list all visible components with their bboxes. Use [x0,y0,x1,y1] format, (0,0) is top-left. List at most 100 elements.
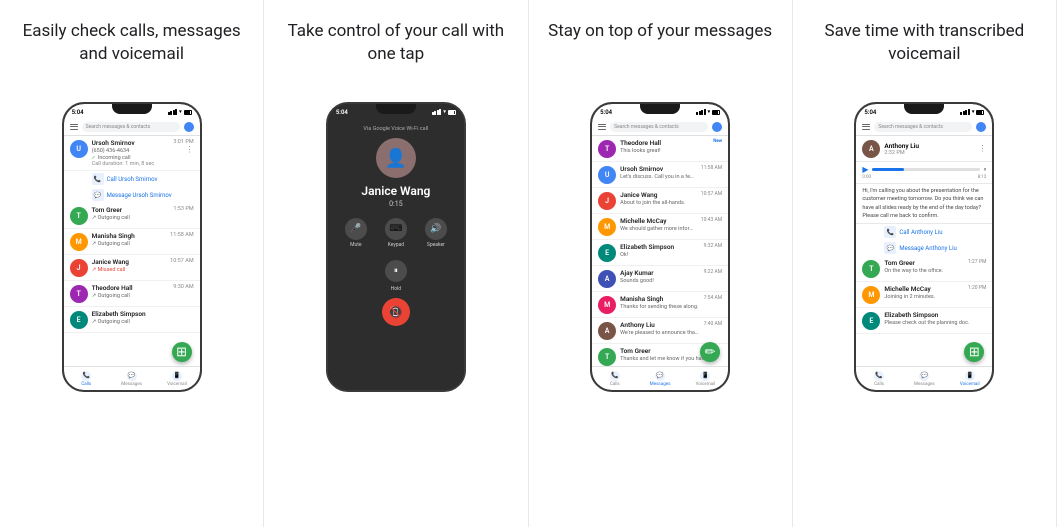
msg-time: 10:57 AM [701,191,722,197]
user-avatar[interactable] [712,122,722,132]
fab-compose-button[interactable]: ✏ [700,342,720,362]
audio-start: 0:00 [862,175,871,180]
speaker-button[interactable]: 🔊 Speaker [425,218,447,248]
msg-preview: Joining in 2 minutes. [884,294,964,300]
wifi-icon: ▾ [972,109,975,115]
voicemail-nav-icon: 📱 [172,371,182,381]
app-header: Search messages & contacts [856,118,992,136]
call-info: Janice Wang ↗ Missed call [92,258,167,273]
voicemail-header: A Anthony Liu 2:32 PM ⋮ [856,136,992,162]
user-avatar[interactable] [184,122,194,132]
status-icons: ▾ [696,109,720,115]
list-item[interactable]: M Manisha Singh Thanks for sending these… [592,292,728,318]
hold-section: ⏸ Hold [328,256,464,292]
nav-voicemail[interactable]: 📱 Voicemail [947,371,992,387]
new-badge: New [713,139,722,144]
wifi-icon: ▾ [708,109,711,115]
fab-button[interactable]: ⊞ [172,342,192,362]
more-icon[interactable]: ⋮ [978,145,986,153]
action-message[interactable]: 💬 Message Ursoh Smirnov [64,187,200,203]
keypad-button[interactable]: ⌨ Keypad [385,218,407,248]
list-item[interactable]: T Theodore Hall This looks great! New [592,136,728,162]
messages-nav-icon: 💬 [655,371,665,381]
nav-calls-label: Calls [610,382,620,387]
msg-preview: Sounds good! [620,278,699,284]
panel2-title: Take control of your call with one tap [274,20,517,88]
msg-preview: We're pleased to announce that we will..… [620,330,699,336]
nav-messages[interactable]: 💬 Messages [902,371,947,387]
phone-messages: 5:04 ▾ Search messages & contacts [590,102,730,392]
nav-voicemail[interactable]: 📱 Voicemail [154,371,199,387]
list-item[interactable]: M Michelle McCay Joining in 2 minutes. 1… [856,282,992,308]
nav-voicemail[interactable]: 📱 Voicemail [683,371,728,387]
menu-icon[interactable] [598,124,606,130]
user-avatar[interactable] [976,122,986,132]
list-item[interactable]: E Elizabeth Simpson Please check out the… [856,308,992,334]
voicemail-screen: 5:04 ▾ Search messages & contacts [856,104,992,390]
msg-preview: Ok! [620,252,699,258]
play-button[interactable]: ▶ [862,165,868,174]
via-text: Via Google Voice Wi-Fi call [328,126,464,132]
list-item[interactable]: E Elizabeth Simpson Ok! 9:32 AM [592,240,728,266]
wifi-icon: ▾ [179,109,182,115]
end-call-button[interactable]: 📵 [382,298,410,326]
nav-messages[interactable]: 💬 Messages [637,371,682,387]
contact-name: Janice Wang [620,191,697,199]
list-item[interactable]: E Elizabeth Simpson ↗ Outgoing call [64,307,200,333]
menu-icon[interactable] [862,124,870,130]
phone-notch [376,104,416,114]
search-bar[interactable]: Search messages & contacts [82,122,180,132]
nav-voicemail-label: Voicemail [960,382,980,387]
list-item[interactable]: T Tom Greer On the way to the office. 1:… [856,256,992,282]
more-icon[interactable]: ⋮ [186,146,194,154]
call-info: Manisha Singh ↗ Outgoing call [92,232,167,247]
hold-button[interactable]: ⏸ [385,260,407,282]
msg-time: 1:20 PM [968,285,986,291]
list-item[interactable]: M Michelle McCay We should gather more i… [592,214,728,240]
keypad-label: Keypad [388,242,404,248]
menu-icon[interactable] [70,124,78,130]
panel-messages: Stay on top of your messages 5:04 ▾ [529,0,793,527]
contact-name: Michelle McCay [884,285,964,293]
search-bar[interactable]: Search messages & contacts [610,122,708,132]
msg-content: Elizabeth Simpson Please check out the p… [884,311,986,326]
msg-content: Ajay Kumar Sounds good! [620,269,699,284]
contact-avatar: M [598,296,616,314]
calls-nav-icon: 📞 [610,371,620,381]
nav-messages[interactable]: 💬 Messages [109,371,154,387]
progress-bar[interactable] [872,168,981,171]
mute-button[interactable]: 🎤 Mute [345,218,367,248]
list-item[interactable]: J Janice Wang About to join the all-hand… [592,188,728,214]
msg-content: Janice Wang About to join the all-hands. [620,191,697,206]
list-item[interactable]: M Manisha Singh ↗ Outgoing call 11:58 AM [64,229,200,255]
call-time: 1:53 PM [173,206,193,212]
list-item[interactable]: J Janice Wang ↗ Missed call 10:57 AM [64,255,200,281]
fab-vm-button[interactable]: ⊞ [964,342,984,362]
contact-name: Anthony Liu [620,321,699,329]
status-time: 5:04 [600,109,612,116]
messages-nav-icon: 💬 [127,371,137,381]
list-item[interactable]: A Anthony Liu We're pleased to announce … [592,318,728,344]
msg-time: 9:32 AM [704,243,723,249]
nav-calls[interactable]: 📞 Calls [856,371,901,387]
call-detail: ↗ Outgoing call [92,241,167,247]
messages-screen: 5:04 ▾ Search messages & contacts [592,104,728,390]
search-bar[interactable]: Search messages & contacts [874,122,972,132]
wifi-icon: ▾ [443,109,446,115]
nav-calls[interactable]: 📞 Calls [64,371,109,387]
list-item[interactable]: U Ursoh Smirnov Let's discuss. Call you … [592,162,728,188]
call-item-expanded[interactable]: U Ursoh Smirnov (650) 436-4634 ✓ Incomin… [64,136,200,171]
hold-label: Hold [391,286,401,292]
contact-name: Ajay Kumar [620,269,699,277]
nav-calls[interactable]: 📞 Calls [592,371,637,387]
phone-voicemail: 5:04 ▾ Search messages & contacts [854,102,994,392]
list-item[interactable]: T Tom Greer ↗ Outgoing call 1:53 PM [64,203,200,229]
action-call-vm[interactable]: 📞 Call Anthony Liu [856,224,992,240]
list-item[interactable]: T Theodore Hall ↗ Outgoing call 9:30 AM [64,281,200,307]
calls-nav-icon: 📞 [874,371,884,381]
action-call[interactable]: 📞 Call Ursoh Smirnov [64,171,200,187]
msg-time: 11:58 AM [701,165,722,171]
status-time: 5:04 [72,109,84,116]
action-message-vm[interactable]: 💬 Message Anthony Liu [856,240,992,256]
list-item[interactable]: A Ajay Kumar Sounds good! 9:22 AM [592,266,728,292]
